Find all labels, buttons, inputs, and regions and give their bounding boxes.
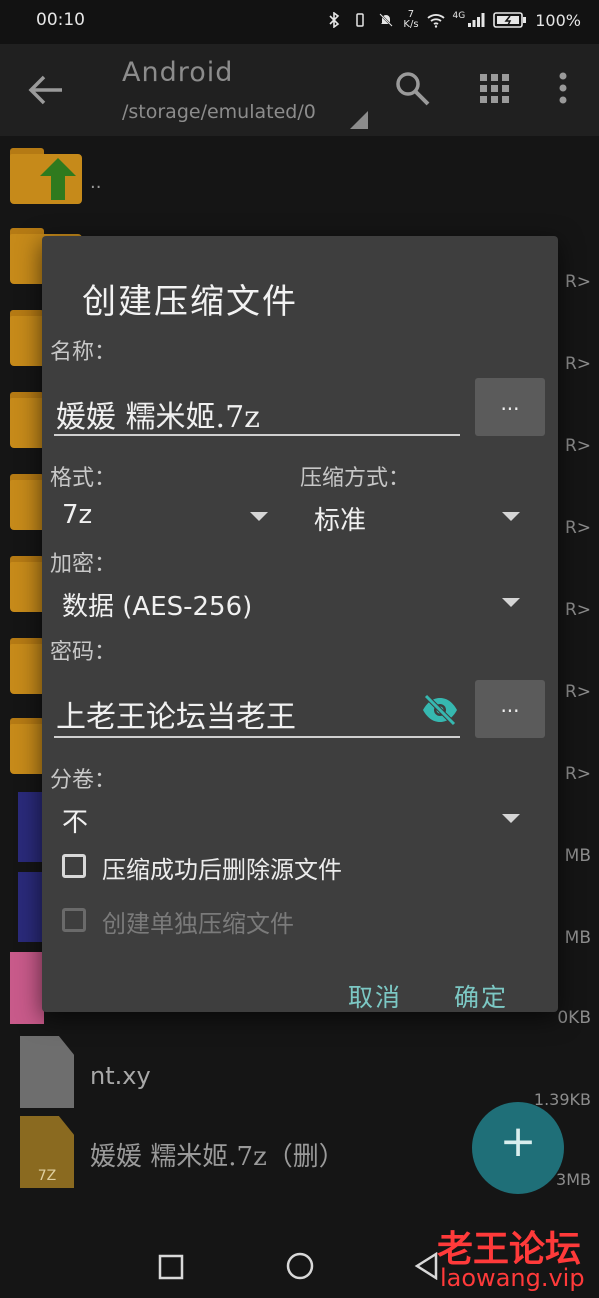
image-thumbnail[interactable] [10, 952, 44, 1024]
plus-icon: + [499, 1116, 537, 1167]
more-options-icon[interactable] [550, 68, 576, 108]
name-field[interactable]: 媛媛 糯米姬.7z [54, 386, 460, 436]
mute-bell-icon [379, 13, 394, 27]
battery-icon [493, 12, 527, 28]
bluetooth-icon [329, 12, 340, 28]
encryption-value: 数据 (AES-256) [62, 592, 253, 622]
network-type: 4G [452, 11, 466, 21]
separate-archive-checkbox[interactable] [62, 908, 86, 932]
wifi-icon [426, 14, 445, 28]
add-fab-button[interactable]: + [472, 1102, 564, 1194]
file-name[interactable]: nt.xy [90, 1062, 151, 1090]
archive-file-icon[interactable]: 7Z [20, 1116, 74, 1188]
file-name[interactable]: 媛媛 糯米姬.7z（删） [90, 1136, 345, 1173]
cancel-button[interactable]: 取消 [348, 978, 402, 1014]
signal-icon [468, 13, 485, 27]
format-value: 7z [62, 500, 93, 530]
row-meta: MB [564, 928, 591, 948]
method-select[interactable]: 标准 [304, 498, 526, 538]
recents-icon[interactable] [158, 1254, 184, 1280]
encryption-label: 加密： [50, 552, 117, 577]
row-meta: 0KB [557, 1008, 591, 1028]
net-speed: 7 K/s [403, 10, 418, 30]
status-time: 00:10 [36, 10, 85, 30]
name-label: 名称： [50, 340, 117, 365]
back-arrow-icon[interactable] [24, 70, 68, 110]
encryption-select[interactable]: 数据 (AES-256) [54, 584, 526, 624]
chevron-down-icon [502, 598, 520, 607]
method-value: 标准 [314, 506, 367, 536]
parent-dir-label[interactable]: .. [90, 172, 101, 193]
file-size: 1.39KB [533, 1090, 591, 1109]
row-meta: R> [564, 354, 591, 374]
archive-icon-label: 7Z [37, 1168, 57, 1184]
split-label: 分卷： [50, 768, 117, 793]
format-select[interactable]: 7z [54, 498, 276, 538]
path-dropdown-icon[interactable] [350, 111, 368, 129]
chevron-down-icon [502, 512, 520, 521]
dialog-title: 创建压缩文件 [82, 282, 298, 322]
parent-folder-icon[interactable] [10, 148, 82, 204]
delete-source-checkbox[interactable] [62, 854, 86, 878]
page-title: Android [122, 57, 234, 88]
home-icon[interactable] [286, 1252, 314, 1280]
row-meta: R> [564, 600, 591, 620]
grid-view-icon[interactable] [474, 68, 514, 108]
vibrate-icon [356, 13, 365, 27]
search-icon[interactable] [392, 68, 432, 108]
chevron-down-icon [250, 512, 268, 521]
separate-archive-label[interactable]: 创建单独压缩文件 [102, 904, 294, 939]
up-arrow-icon [40, 158, 76, 200]
row-meta: R> [564, 682, 591, 702]
visibility-off-icon[interactable] [420, 694, 460, 726]
split-select[interactable]: 不 [54, 800, 526, 840]
name-field-value: 媛媛 糯米姬.7z [56, 400, 260, 435]
password-options-button[interactable]: ... [475, 680, 545, 738]
format-label: 格式： [50, 466, 117, 491]
browse-button[interactable]: ... [475, 378, 545, 436]
chevron-down-icon [502, 814, 520, 823]
password-field-value: 上老王论坛当老王 [56, 700, 296, 735]
password-label: 密码： [50, 640, 117, 665]
password-field[interactable]: 上老王论坛当老王 [54, 686, 460, 738]
battery-percent: 100% [535, 10, 581, 30]
app-toolbar: Android /storage/emulated/0 [0, 44, 599, 136]
method-label: 压缩方式： [300, 466, 411, 491]
row-meta: R> [564, 272, 591, 292]
row-meta: R> [564, 764, 591, 784]
row-meta: R> [564, 518, 591, 538]
row-meta: MB [564, 846, 591, 866]
delete-source-label[interactable]: 压缩成功后删除源文件 [102, 850, 342, 885]
split-value: 不 [62, 808, 89, 838]
status-bar: 00:10 7 K/s 4G 100% [0, 0, 599, 44]
create-archive-dialog: 创建压缩文件 名称： 媛媛 糯米姬.7z ... 格式： 压缩方式： 7z 标准… [42, 236, 558, 1012]
file-size: 3MB [556, 1170, 591, 1189]
watermark-url: laowang.vip [440, 1264, 585, 1292]
file-icon[interactable] [20, 1036, 74, 1108]
status-icons: 7 K/s 4G 100% [325, 10, 581, 30]
row-meta: R> [564, 436, 591, 456]
net-speed-unit: K/s [403, 19, 419, 30]
current-path[interactable]: /storage/emulated/0 [122, 101, 316, 123]
ok-button[interactable]: 确定 [454, 978, 508, 1014]
